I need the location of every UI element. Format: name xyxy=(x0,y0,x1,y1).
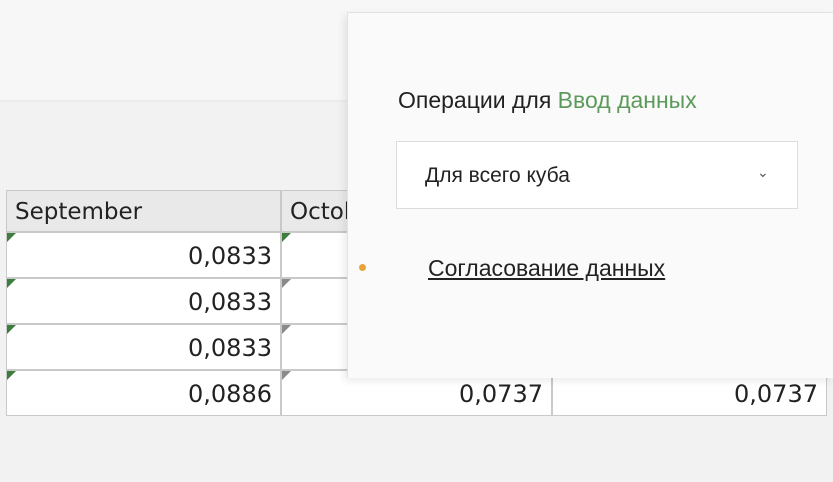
cell-september-4[interactable]: 0,0886 xyxy=(6,370,281,416)
chevron-down-icon: ⌄ xyxy=(757,164,769,180)
status-dot-icon xyxy=(359,264,366,271)
cell-marker-icon xyxy=(282,371,291,380)
scope-select-value: Для всего куба xyxy=(425,164,570,187)
cell-marker-icon xyxy=(282,233,291,242)
cell-marker-icon xyxy=(282,325,291,334)
cell-marker-icon xyxy=(7,325,16,334)
cell-september-1[interactable]: 0,0833 xyxy=(6,232,281,278)
cell-marker-icon xyxy=(7,371,16,380)
cell-marker-icon xyxy=(7,233,16,242)
scope-select[interactable]: Для всего куба ⌄ xyxy=(396,141,798,209)
data-reconciliation-link[interactable]: Согласование данных xyxy=(428,255,665,282)
cell-marker-icon xyxy=(282,279,291,288)
cell-marker-icon xyxy=(7,279,16,288)
cell-september-3[interactable]: 0,0833 xyxy=(6,324,281,370)
popup-title-highlight: Ввод данных xyxy=(557,87,697,113)
operations-popup: Операции для Ввод данных Для всего куба … xyxy=(347,12,833,378)
column-header-september[interactable]: September xyxy=(6,190,281,232)
popup-title-prefix: Операции для xyxy=(398,87,552,113)
popup-title: Операции для Ввод данных xyxy=(398,87,697,114)
cell-september-2[interactable]: 0,0833 xyxy=(6,278,281,324)
